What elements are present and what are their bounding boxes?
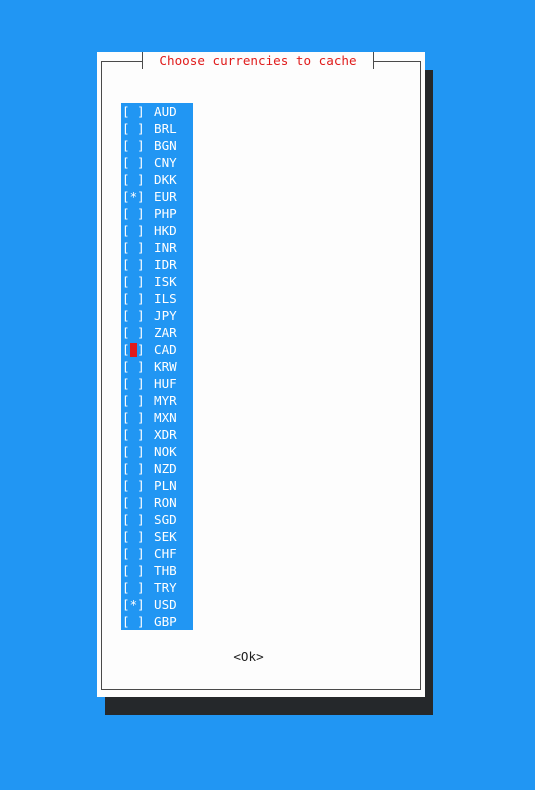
checkbox[interactable]: [ ] — [121, 222, 154, 239]
list-item-ils[interactable]: [ ] ILS — [121, 290, 193, 307]
list-item-jpy[interactable]: [ ] JPY — [121, 307, 193, 324]
checkbox[interactable]: [ ] — [121, 528, 154, 545]
list-item-brl[interactable]: [ ] BRL — [121, 120, 193, 137]
checkbox[interactable]: [ ] — [121, 103, 154, 120]
list-item-zar[interactable]: [ ] ZAR — [121, 324, 193, 341]
currency-code: CAD — [154, 342, 177, 357]
checkbox[interactable]: [ ] — [121, 154, 154, 171]
checkbox[interactable]: [*] — [121, 188, 154, 205]
currency-code: CHF — [154, 546, 177, 561]
list-item-sek[interactable]: [ ] SEK — [121, 528, 193, 545]
checkbox[interactable]: [ ] — [121, 205, 154, 222]
currency-code: XDR — [154, 427, 177, 442]
currency-code: NZD — [154, 461, 177, 476]
dialog-title: Choose currencies to cache — [142, 52, 374, 69]
list-item-cny[interactable]: [ ] CNY — [121, 154, 193, 171]
checkbox[interactable]: [ ] — [121, 426, 154, 443]
checkbox[interactable]: [ ] — [121, 290, 154, 307]
currency-code: EUR — [154, 189, 177, 204]
currency-code: HKD — [154, 223, 177, 238]
checkbox[interactable]: [ ] — [121, 494, 154, 511]
currency-code: HUF — [154, 376, 177, 391]
list-item-cad[interactable]: [ ] CAD — [121, 341, 193, 358]
checkbox[interactable]: [ ] — [121, 613, 154, 630]
checkbox[interactable]: [ ] — [121, 511, 154, 528]
list-item-try[interactable]: [ ] TRY — [121, 579, 193, 596]
checkbox[interactable]: [ ] — [121, 239, 154, 256]
list-item-thb[interactable]: [ ] THB — [121, 562, 193, 579]
checkbox[interactable]: [ ] — [121, 171, 154, 188]
currency-code: KRW — [154, 359, 177, 374]
checkbox[interactable]: [ ] — [121, 256, 154, 273]
currency-code: DKK — [154, 172, 177, 187]
currency-dialog: Choose currencies to cache [ ] AUD [ ] BRL… — [97, 52, 425, 697]
list-item-chf[interactable]: [ ] CHF — [121, 545, 193, 562]
checkbox[interactable]: [ ] — [121, 375, 154, 392]
checkbox[interactable]: [ ] — [121, 545, 154, 562]
checkbox[interactable]: [ ] — [121, 358, 154, 375]
checkbox[interactable]: [ ] — [121, 120, 154, 137]
text-cursor — [130, 343, 137, 357]
list-item-myr[interactable]: [ ] MYR — [121, 392, 193, 409]
list-item-xdr[interactable]: [ ] XDR — [121, 426, 193, 443]
currency-code: SGD — [154, 512, 177, 527]
currency-code: RON — [154, 495, 177, 510]
currency-code: ZAR — [154, 325, 177, 340]
list-item-usd[interactable]: [*] USD — [121, 596, 193, 613]
currency-code: AUD — [154, 104, 177, 119]
list-item-nzd[interactable]: [ ] NZD — [121, 460, 193, 477]
checkbox[interactable]: [ ] — [121, 562, 154, 579]
list-item-bgn[interactable]: [ ] BGN — [121, 137, 193, 154]
checkbox[interactable]: [ ] — [121, 273, 154, 290]
list-item-aud[interactable]: [ ] AUD — [121, 103, 193, 120]
currency-code: CNY — [154, 155, 177, 170]
list-item-eur[interactable]: [*] EUR — [121, 188, 193, 205]
currency-code: IDR — [154, 257, 177, 272]
list-item-nok[interactable]: [ ] NOK — [121, 443, 193, 460]
checkbox[interactable]: [ ] — [121, 137, 154, 154]
checkbox[interactable]: [ ] — [121, 579, 154, 596]
list-item-php[interactable]: [ ] PHP — [121, 205, 193, 222]
currency-code: PHP — [154, 206, 177, 221]
list-item-huf[interactable]: [ ] HUF — [121, 375, 193, 392]
currency-checklist[interactable]: [ ] AUD [ ] BRL [ ] BGN [ ] CNY [ ] DKK [*] EU… — [121, 103, 193, 630]
currency-code: USD — [154, 597, 177, 612]
currency-code: PLN — [154, 478, 177, 493]
list-item-ron[interactable]: [ ] RON — [121, 494, 193, 511]
list-item-isk[interactable]: [ ] ISK — [121, 273, 193, 290]
list-item-idr[interactable]: [ ] IDR — [121, 256, 193, 273]
list-item-dkk[interactable]: [ ] DKK — [121, 171, 193, 188]
currency-code: BGN — [154, 138, 177, 153]
currency-code: JPY — [154, 308, 177, 323]
list-item-gbp[interactable]: [ ] GBP — [121, 613, 193, 630]
checkbox[interactable]: [*] — [121, 596, 154, 613]
checkbox[interactable]: [ ] — [121, 460, 154, 477]
checkbox[interactable]: [ ] — [121, 392, 154, 409]
currency-code: MXN — [154, 410, 177, 425]
checkbox[interactable]: [ ] — [121, 443, 154, 460]
list-item-inr[interactable]: [ ] INR — [121, 239, 193, 256]
checkbox[interactable]: [ ] — [121, 324, 154, 341]
list-item-pln[interactable]: [ ] PLN — [121, 477, 193, 494]
list-item-sgd[interactable]: [ ] SGD — [121, 511, 193, 528]
list-item-hkd[interactable]: [ ] HKD — [121, 222, 193, 239]
currency-code: TRY — [154, 580, 177, 595]
checkbox[interactable]: [ ] — [121, 409, 154, 426]
currency-code: ILS — [154, 291, 177, 306]
currency-code: BRL — [154, 121, 177, 136]
list-item-krw[interactable]: [ ] KRW — [121, 358, 193, 375]
checkbox[interactable]: [ ] — [121, 477, 154, 494]
currency-code: THB — [154, 563, 177, 578]
currency-code: GBP — [154, 614, 177, 629]
checkbox[interactable]: [ ] — [121, 307, 154, 324]
checkbox[interactable]: [ ] — [121, 341, 154, 358]
currency-code: NOK — [154, 444, 177, 459]
list-item-mxn[interactable]: [ ] MXN — [121, 409, 193, 426]
currency-code: SEK — [154, 529, 177, 544]
currency-code: MYR — [154, 393, 177, 408]
ok-button[interactable]: <Ok> — [97, 648, 400, 665]
currency-code: INR — [154, 240, 177, 255]
currency-code: ISK — [154, 274, 177, 289]
